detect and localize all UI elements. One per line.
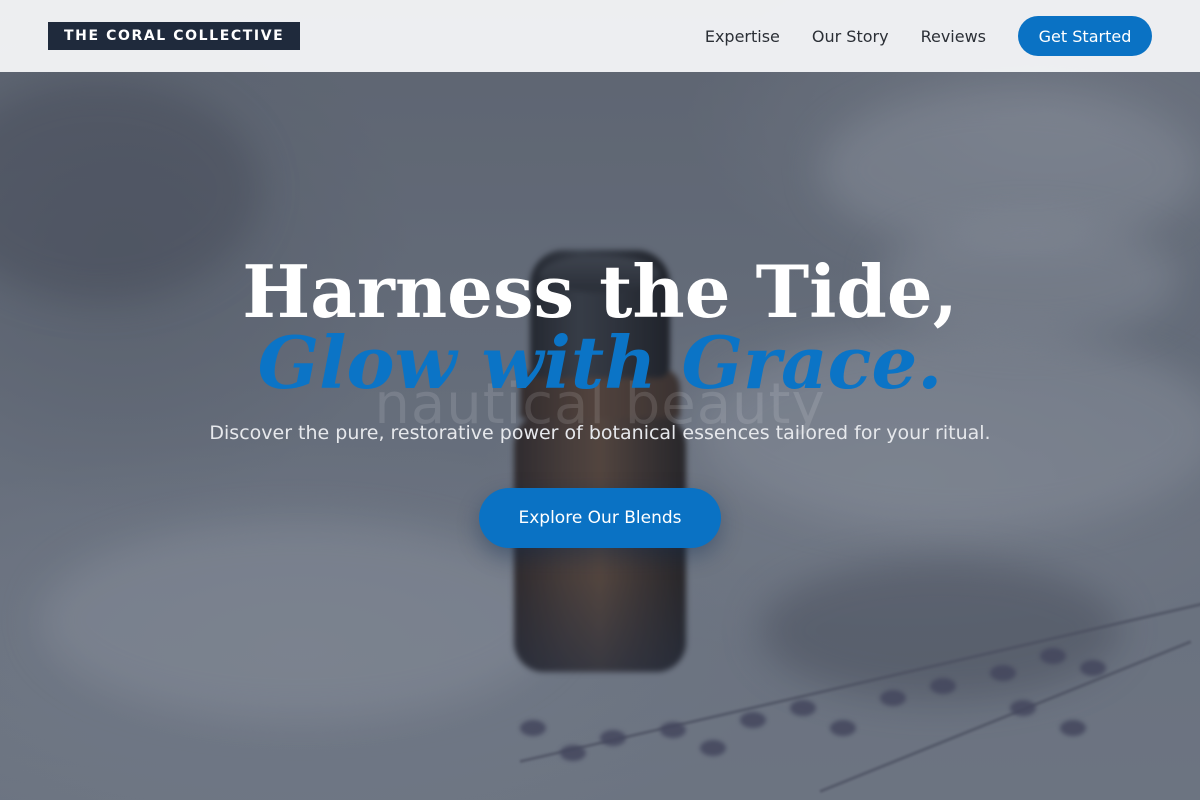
nav-link-reviews[interactable]: Reviews	[921, 27, 986, 46]
site-header: THE CORAL COLLECTIVE Expertise Our Story…	[0, 0, 1200, 72]
hero-section: nautical beauty Harness the Tide, Glow w…	[0, 0, 1200, 800]
get-started-button[interactable]: Get Started	[1018, 16, 1152, 56]
hero-tagline: Discover the pure, restorative power of …	[209, 422, 991, 444]
nav-link-our-story[interactable]: Our Story	[812, 27, 889, 46]
explore-blends-button[interactable]: Explore Our Blends	[479, 488, 721, 548]
brand-logo[interactable]: THE CORAL COLLECTIVE	[48, 22, 301, 50]
hero-subheadline: Glow with Grace.	[257, 320, 943, 405]
nav-link-expertise[interactable]: Expertise	[705, 27, 780, 46]
main-nav: Expertise Our Story Reviews Get Started	[705, 16, 1152, 56]
